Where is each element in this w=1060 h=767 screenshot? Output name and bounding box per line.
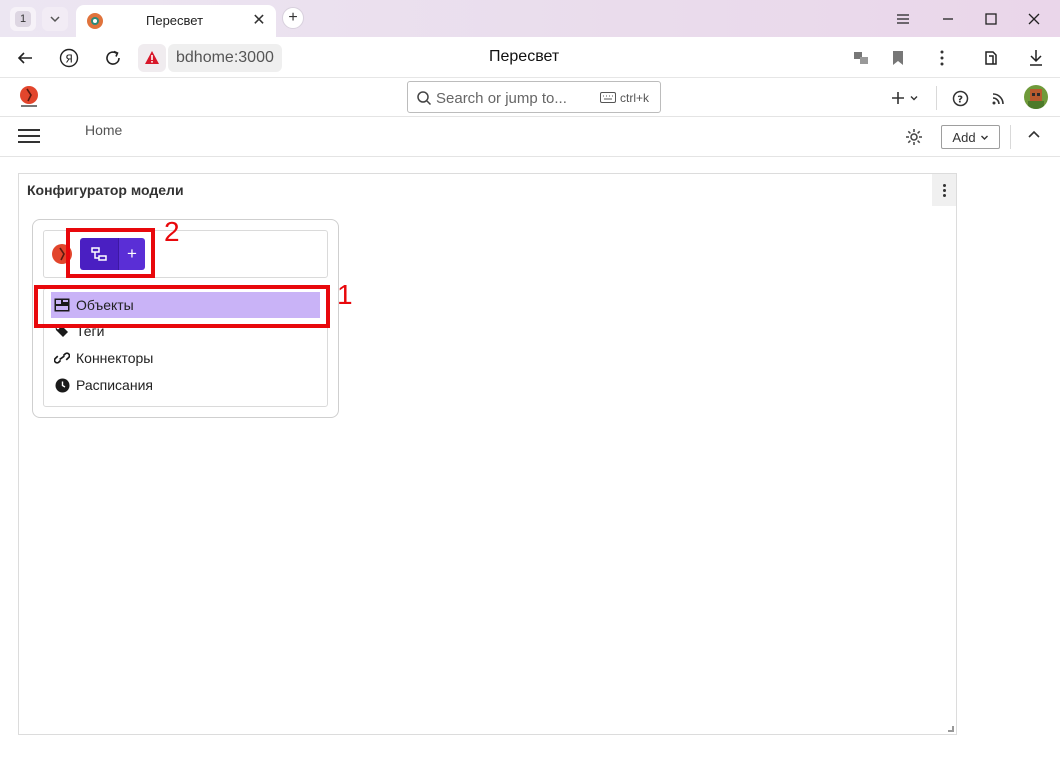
address-page-title: Пересвет <box>489 48 560 65</box>
keyboard-icon <box>600 92 616 103</box>
address-bar-row: Я bdhome:3000 Пересвет <box>0 37 1060 78</box>
annotation-label-1: 1 <box>337 279 353 310</box>
menu-item-label: Расписания <box>76 377 153 393</box>
header-divider <box>936 86 937 110</box>
chevron-down-icon <box>910 96 918 101</box>
add-button[interactable]: Add <box>941 125 1000 149</box>
panel-menu-icon[interactable] <box>932 174 956 206</box>
menu-item-connectors[interactable]: Коннекторы <box>51 345 320 371</box>
chevron-down-icon <box>50 16 60 23</box>
annotation-label-2: 2 <box>164 216 180 247</box>
bookmark-icon[interactable] <box>887 47 909 69</box>
reload-icon[interactable] <box>101 46 125 70</box>
security-warning-icon[interactable] <box>138 44 166 72</box>
close-window-icon[interactable] <box>1023 8 1045 30</box>
create-new-button[interactable] <box>889 87 921 109</box>
search-input[interactable]: Search or jump to... ctrl+k <box>407 81 661 113</box>
download-icon[interactable] <box>1025 47 1047 69</box>
app-header: Search or jump to... ctrl+k ? <box>0 78 1060 117</box>
tab-count: 1 <box>15 11 31 27</box>
new-tab-button[interactable]: + <box>282 7 304 29</box>
menu-toggle-icon[interactable] <box>18 129 40 145</box>
help-icon[interactable]: ? <box>950 87 970 109</box>
model-configurator-panel: Конфигуратор модели + Объекты Теги Конне… <box>18 173 957 735</box>
browser-tab-strip: 1 Пересвет ✕ + <box>0 0 1060 37</box>
collections-icon[interactable] <box>980 47 1002 69</box>
search-placeholder: Search or jump to... <box>436 90 567 107</box>
chevron-up-icon[interactable] <box>1026 127 1042 143</box>
tab-counter-button[interactable]: 1 <box>10 7 36 31</box>
more-vertical-icon[interactable] <box>931 47 953 69</box>
tab-list-dropdown[interactable] <box>42 7 68 31</box>
chevron-down-icon <box>980 135 988 140</box>
link-icon <box>54 350 70 366</box>
svg-text:?: ? <box>957 94 963 105</box>
minimize-icon[interactable] <box>937 8 959 30</box>
annotation-box-2 <box>66 228 155 278</box>
site-favicon-icon <box>87 13 103 29</box>
browser-tab-active[interactable]: Пересвет ✕ <box>76 5 276 37</box>
rss-feed-icon[interactable] <box>989 87 1007 109</box>
search-icon <box>417 91 432 106</box>
browser-menu-icon[interactable] <box>892 8 914 30</box>
plus-icon <box>892 92 904 104</box>
gear-icon[interactable] <box>904 127 924 147</box>
user-avatar[interactable] <box>1024 85 1048 109</box>
add-button-label: Add <box>952 129 976 145</box>
menu-item-schedules[interactable]: Расписания <box>51 372 320 398</box>
maximize-icon[interactable] <box>980 8 1002 30</box>
toolbar-divider <box>1010 125 1011 149</box>
search-shortcut: ctrl+k <box>620 91 650 105</box>
address-host[interactable]: bdhome:3000 <box>168 44 282 72</box>
breadcrumb-bar: Home Add <box>0 117 1060 157</box>
svg-text:Я: Я <box>65 53 73 66</box>
clock-icon <box>54 377 70 393</box>
back-arrow-icon[interactable] <box>13 46 37 70</box>
tab-close-icon[interactable]: ✕ <box>250 11 268 29</box>
panel-title: Конфигуратор модели <box>27 182 184 198</box>
annotation-box-1 <box>34 285 330 328</box>
panel-resize-handle[interactable] <box>948 726 954 732</box>
translate-icon[interactable] <box>850 47 872 69</box>
menu-item-label: Коннекторы <box>76 350 154 366</box>
app-logo-icon[interactable] <box>17 85 41 109</box>
yandex-icon[interactable]: Я <box>57 46 81 70</box>
tab-title: Пересвет <box>146 13 204 28</box>
breadcrumb[interactable]: Home <box>85 122 122 138</box>
